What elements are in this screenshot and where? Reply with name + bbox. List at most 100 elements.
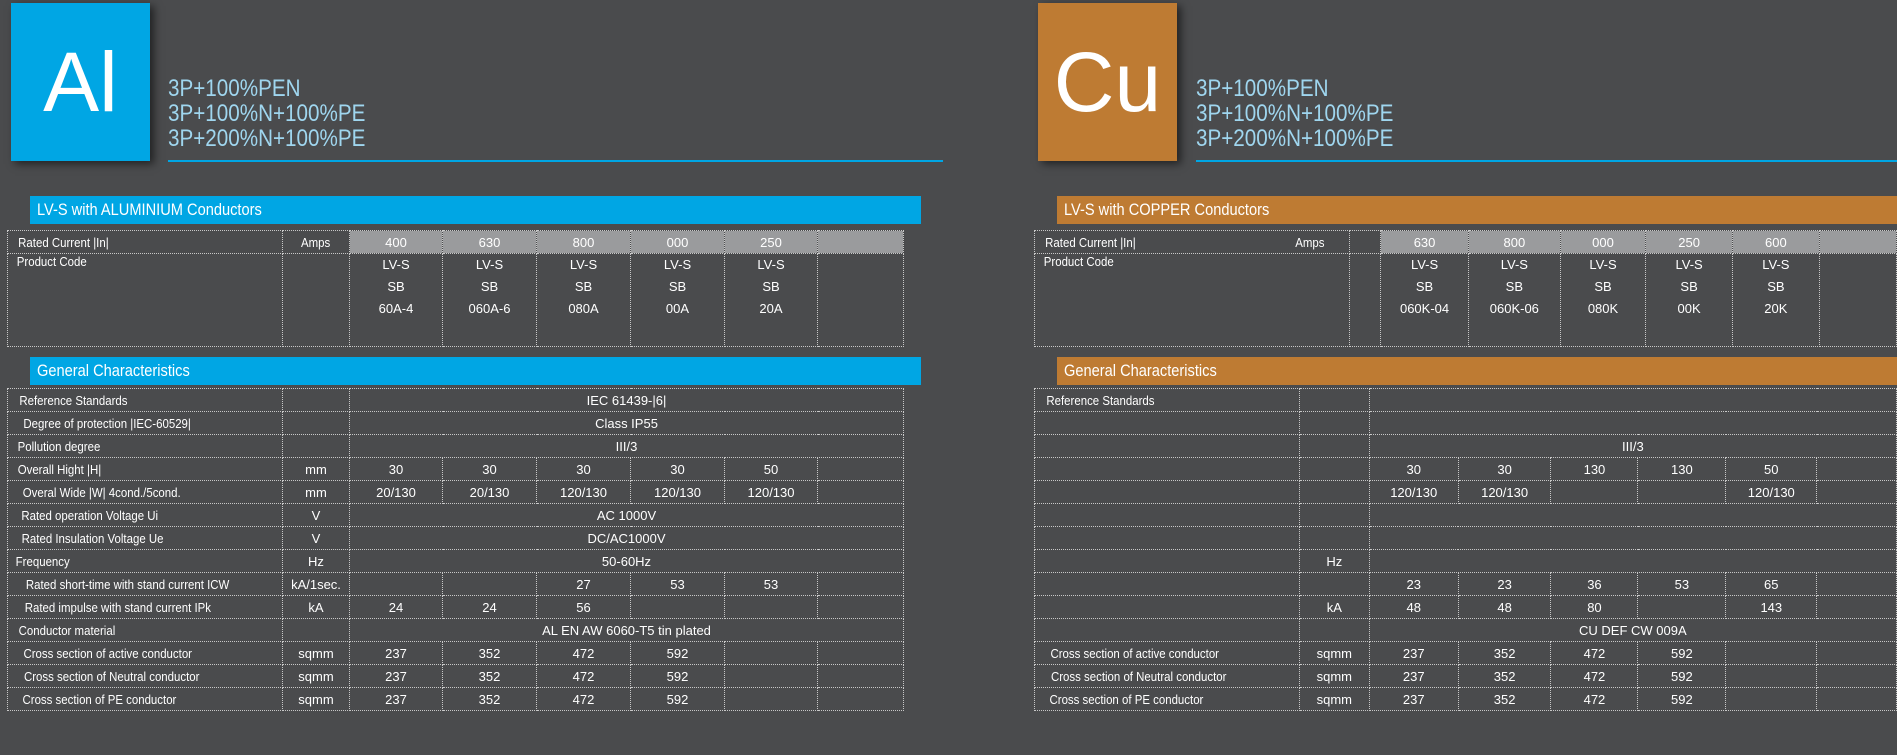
characteristic-value: 36 bbox=[1550, 572, 1639, 596]
characteristic-value: 352 bbox=[442, 641, 537, 665]
characteristic-value bbox=[442, 572, 537, 596]
row-label: Product Code bbox=[1034, 253, 1350, 347]
characteristic-label: Cross section of Neutral conductor bbox=[1034, 664, 1300, 688]
configuration-line: 3P+100%N+100%PE bbox=[168, 100, 366, 127]
general-characteristics-title: General Characteristics bbox=[1057, 357, 1897, 385]
configuration-list: 3P+100%PEN 3P+100%N+100%PE 3P+200%N+100%… bbox=[168, 76, 365, 151]
characteristic-value bbox=[1816, 687, 1897, 711]
characteristic-unit: Hz bbox=[282, 549, 350, 573]
characteristic-label: Frequency bbox=[7, 549, 283, 573]
characteristic-value: 472 bbox=[536, 687, 631, 711]
characteristic-value: 143 bbox=[1725, 595, 1818, 619]
characteristic-value bbox=[1368, 526, 1897, 550]
characteristic-value: 237 bbox=[1368, 687, 1459, 711]
characteristic-value: 352 bbox=[442, 664, 537, 688]
characteristic-unit: sqmm bbox=[1298, 641, 1370, 665]
characteristic-label: Cross section of PE conductor bbox=[7, 687, 283, 711]
characteristic-row: Rated short-time with stand current ICW k… bbox=[7, 572, 904, 596]
characteristic-value bbox=[1816, 457, 1897, 481]
characteristic-value: 352 bbox=[442, 687, 537, 711]
characteristic-value: 472 bbox=[1550, 687, 1639, 711]
characteristic-value: 472 bbox=[1550, 664, 1639, 688]
characteristic-row: Pollution degree III/3 bbox=[7, 434, 904, 458]
section-title: LV-S with COPPER Conductors bbox=[1057, 196, 1897, 224]
rating-cell: 630 bbox=[442, 230, 537, 254]
row-label: Product Code bbox=[7, 253, 283, 347]
characteristic-unit bbox=[282, 434, 350, 458]
characteristic-value: 50 bbox=[1725, 457, 1818, 481]
characteristic-row: Reference Standards IEC 61439-|6| bbox=[7, 388, 904, 412]
characteristic-value: 120/130 bbox=[724, 480, 818, 504]
characteristic-value: 56 bbox=[536, 595, 631, 619]
characteristic-value bbox=[817, 572, 904, 596]
characteristic-value: 30 bbox=[536, 457, 631, 481]
characteristic-value bbox=[1725, 687, 1818, 711]
row-unit: Amps bbox=[282, 230, 350, 254]
characteristic-value bbox=[1725, 664, 1818, 688]
characteristic-value bbox=[1368, 549, 1897, 573]
characteristic-value bbox=[1368, 503, 1897, 527]
characteristic-value: AL EN AW 6060-T5 tin plated bbox=[349, 618, 904, 642]
characteristic-label bbox=[1034, 526, 1300, 550]
characteristic-value: 130 bbox=[1637, 457, 1727, 481]
characteristic-value: 20/130 bbox=[349, 480, 443, 504]
rating-cell: 000 bbox=[1559, 230, 1647, 254]
characteristic-value: IEC 61439-|6| bbox=[349, 388, 904, 412]
characteristic-unit: sqmm bbox=[1298, 664, 1370, 688]
characteristic-row: Cross section of Neutral conductor sqmm 23… bbox=[1034, 664, 1897, 688]
characteristic-row bbox=[1034, 411, 1897, 435]
characteristic-value bbox=[1637, 595, 1727, 619]
characteristic-value: 48 bbox=[1368, 595, 1459, 619]
characteristic-value: Class IP55 bbox=[349, 411, 904, 435]
characteristic-value: CU DEF CW 009A bbox=[1368, 618, 1897, 642]
characteristic-value bbox=[1816, 595, 1897, 619]
characteristic-row: 120/130 120/130 120/130 bbox=[1034, 480, 1897, 504]
characteristic-label: Rated short-time with stand current ICW bbox=[7, 572, 283, 596]
characteristic-label bbox=[1034, 572, 1300, 596]
characteristic-value: AC 1000V bbox=[349, 503, 904, 527]
product-code-row: Product Code LV-S SB 060K-04 LV-S SB 060K-06… bbox=[1034, 253, 1897, 347]
characteristic-value: 50-60Hz bbox=[349, 549, 904, 573]
characteristic-unit: sqmm bbox=[282, 664, 350, 688]
characteristic-value bbox=[1816, 572, 1897, 596]
characteristic-unit: sqmm bbox=[282, 687, 350, 711]
characteristic-label: Overal Wide |W| 4cond./5cond. bbox=[7, 480, 283, 504]
characteristic-unit: sqmm bbox=[1298, 687, 1370, 711]
characteristic-unit bbox=[1298, 480, 1370, 504]
characteristic-value: 130 bbox=[1550, 457, 1639, 481]
characteristic-value bbox=[724, 664, 818, 688]
product-code-cell bbox=[1818, 253, 1897, 347]
rating-cell: 630 bbox=[1380, 230, 1470, 254]
characteristic-label: Cross section of active conductor bbox=[7, 641, 283, 665]
characteristic-value: 30 bbox=[630, 457, 725, 481]
configuration-line: 3P+100%PEN bbox=[1196, 75, 1329, 102]
characteristic-value: 120/130 bbox=[630, 480, 725, 504]
characteristic-label: Conductor material bbox=[7, 618, 283, 642]
characteristic-unit: Hz bbox=[1298, 549, 1370, 573]
product-code-cell: LV-S SB 080A bbox=[536, 253, 631, 347]
material-symbol-box: Cu bbox=[1038, 3, 1177, 161]
characteristic-row: 23 23 36 53 65 bbox=[1034, 572, 1897, 596]
characteristic-value: 592 bbox=[630, 687, 725, 711]
characteristic-unit bbox=[282, 411, 350, 435]
characteristic-value bbox=[817, 664, 904, 688]
rating-cell: 800 bbox=[536, 230, 631, 254]
characteristic-value: 65 bbox=[1725, 572, 1818, 596]
characteristic-value: 30 bbox=[442, 457, 537, 481]
characteristic-label: Cross section of active conductor bbox=[1034, 641, 1300, 665]
characteristic-unit: kA bbox=[282, 595, 350, 619]
material-symbol: Al bbox=[43, 35, 118, 129]
rating-cell: 600 bbox=[1731, 230, 1820, 254]
characteristic-value: 27 bbox=[536, 572, 631, 596]
product-code-cell: LV-S SB 080K bbox=[1559, 253, 1647, 347]
characteristic-value bbox=[724, 641, 818, 665]
characteristic-value: 120/130 bbox=[1368, 480, 1459, 504]
characteristic-value: 352 bbox=[1457, 641, 1552, 665]
characteristic-value: 23 bbox=[1368, 572, 1459, 596]
rating-cell: 800 bbox=[1468, 230, 1561, 254]
product-code-cell: LV-S SB 20K bbox=[1731, 253, 1820, 347]
characteristic-row: Conductor material AL EN AW 6060-T5 tin p… bbox=[7, 618, 904, 642]
row-unit: Amps bbox=[1294, 234, 1325, 250]
copper-panel: Cu 3P+100%PEN 3P+100%N+100%PE 3P+200%N+1… bbox=[1028, 0, 1897, 755]
characteristic-label: Rated operation Voltage Ui bbox=[7, 503, 283, 527]
